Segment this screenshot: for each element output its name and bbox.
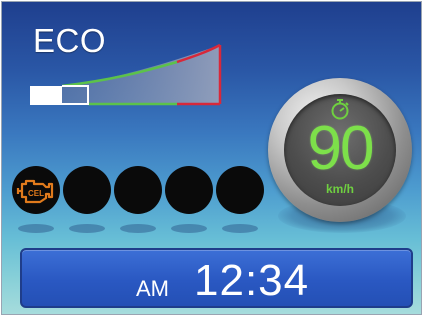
speed-value: 90 <box>307 114 375 183</box>
warning-lamp-3 <box>114 166 162 214</box>
warning-lamp-2 <box>63 166 111 214</box>
dashboard-display: ECO 90 km/h CEL AM 12:34 <box>1 1 422 315</box>
speedometer-face: 90 km/h <box>284 94 396 206</box>
eco-gauge <box>30 43 222 106</box>
warning-lamp-5 <box>216 166 264 214</box>
eco-gauge-wedge <box>62 45 220 104</box>
warning-lamp-row: CEL <box>12 162 268 242</box>
warning-lamp-slot-2 <box>63 166 111 214</box>
warning-lamp-reflection <box>18 224 54 233</box>
warning-lamp-slot-4 <box>165 166 213 214</box>
warning-lamp-reflection <box>171 224 207 233</box>
speedometer: 90 km/h <box>268 78 412 222</box>
clock-panel: AM 12:34 <box>20 248 413 308</box>
clock-time: 12:34 <box>194 256 310 305</box>
clock-ampm: AM <box>136 276 169 301</box>
check-engine-label: CEL <box>28 189 44 198</box>
eco-gauge-fill-bar <box>30 86 62 105</box>
warning-lamp-4 <box>165 166 213 214</box>
warning-lamp-reflection <box>222 224 258 233</box>
check-engine-icon: CEL <box>16 179 54 204</box>
speed-unit: km/h <box>325 182 354 196</box>
warning-lamp-reflection <box>120 224 156 233</box>
warning-lamp-slot-3 <box>114 166 162 214</box>
warning-lamp-reflection <box>69 224 105 233</box>
warning-lamp-check-engine: CEL <box>12 166 60 214</box>
warning-lamp-slot-5 <box>216 166 264 214</box>
